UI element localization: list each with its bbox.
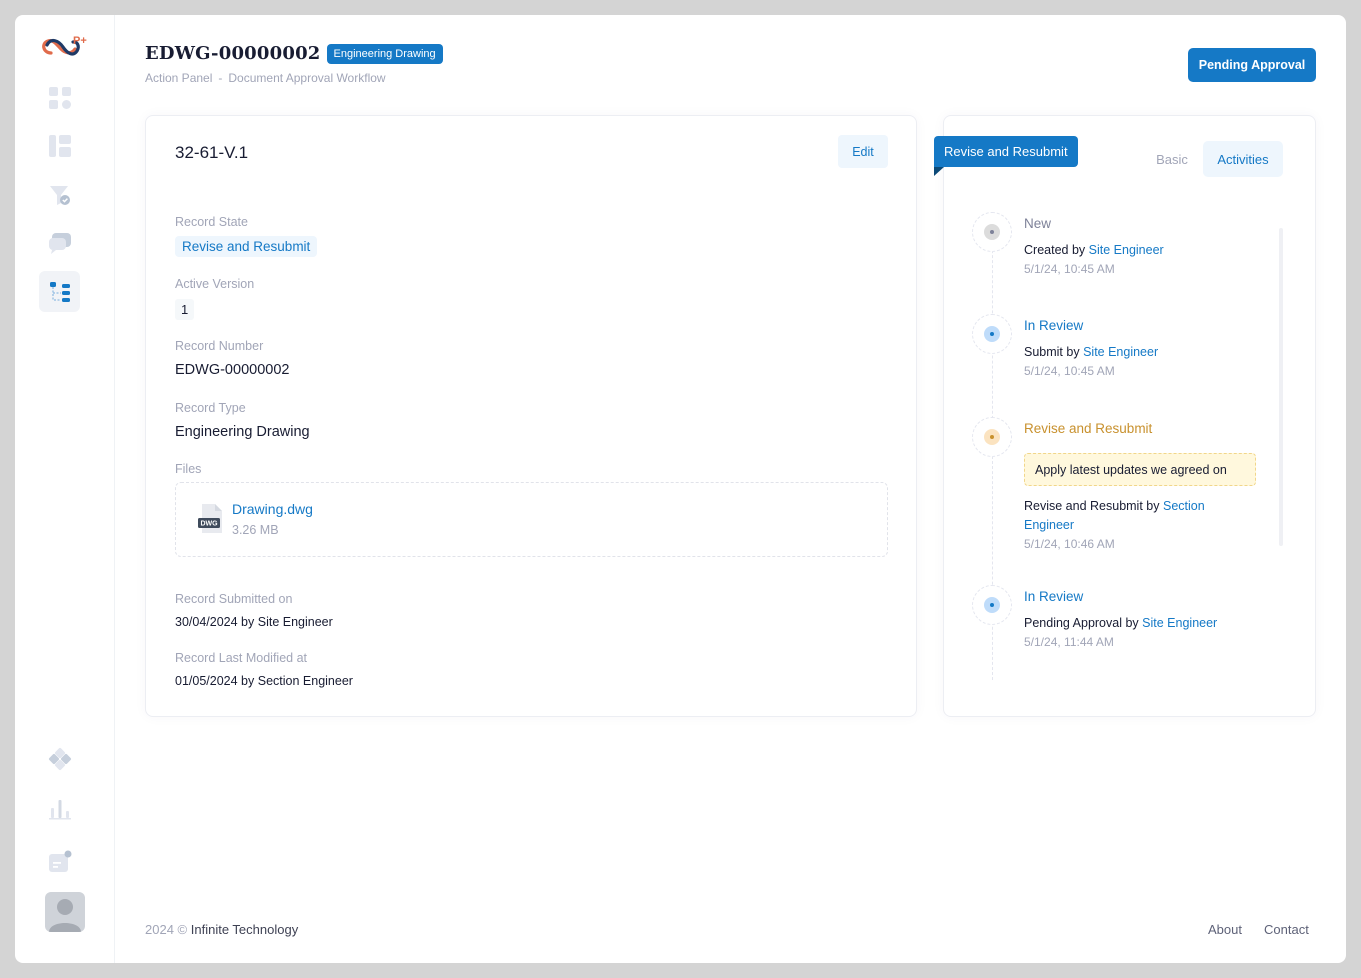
- tab-basic[interactable]: Basic: [1150, 141, 1194, 177]
- files-label: Files: [175, 462, 202, 476]
- record-version-title: 32-61-V.1: [175, 143, 249, 162]
- files-list: DWG Drawing.dwg 3.26 MB: [175, 482, 888, 557]
- app-logo[interactable]: P+: [37, 31, 93, 63]
- timeline-item-title: In Review: [1024, 589, 1084, 604]
- user-avatar[interactable]: [45, 892, 85, 932]
- timeline-scrollbar[interactable]: [1279, 228, 1283, 546]
- copyright-year: 2024 ©: [145, 922, 188, 937]
- timeline-item-actor: Revise and Resubmit by Section Engineer: [1024, 499, 1205, 532]
- page-header: EDWG-00000002 Engineering Drawing: [145, 43, 443, 64]
- modified-info: 01/05/2024 by Section Engineer: [175, 674, 353, 688]
- user-link[interactable]: Site Engineer: [1142, 616, 1217, 630]
- record-state-badge: Revise and Resubmit: [175, 236, 318, 257]
- dashboard-icon: [48, 86, 71, 109]
- layout-icon: [48, 134, 71, 157]
- breadcrumb-separator: -: [218, 71, 223, 85]
- modified-by-user: Section Engineer: [257, 674, 353, 688]
- state-ribbon: Revise and Resubmit: [934, 136, 1078, 167]
- nav-apps[interactable]: [39, 738, 80, 779]
- activity-card: Revise and Resubmit Basic Activities New…: [934, 115, 1316, 717]
- apps-icon: [48, 747, 71, 770]
- nav-messages[interactable]: [39, 222, 80, 263]
- record-details-card: 32-61-V.1 Edit Record State Revise and R…: [145, 115, 917, 717]
- workflow-tree-icon: [49, 281, 70, 302]
- by-text: by: [241, 615, 255, 629]
- user-icon: [49, 899, 81, 932]
- dwg-file-icon: DWG: [198, 504, 222, 533]
- record-number-value: EDWG-00000002: [175, 362, 290, 378]
- timeline-item-title: Revise and Resubmit: [1024, 421, 1153, 436]
- svg-text:P+: P+: [73, 35, 87, 47]
- record-type-badge: Engineering Drawing: [326, 43, 443, 64]
- record-type-label: Record Type: [175, 401, 246, 415]
- footer-copyright: 2024 © Infinite Technology: [145, 922, 298, 937]
- active-version-value: 1: [175, 299, 195, 320]
- timeline-item-time: 5/1/24, 10:46 AM: [1024, 537, 1115, 551]
- timeline-item-time: 5/1/24, 10:45 AM: [1024, 262, 1115, 276]
- timeline-item-actor: Created by Site Engineer: [1024, 243, 1164, 257]
- active-version-label: Active Version: [175, 277, 255, 291]
- modified-label: Record Last Modified at: [175, 651, 308, 665]
- chat-icon: [48, 232, 71, 254]
- activity-timeline[interactable]: New Created by Site Engineer 5/1/24, 10:…: [972, 208, 1292, 688]
- tab-activities[interactable]: Activities: [1203, 141, 1283, 177]
- timeline-note: Apply latest updates we agreed on: [1024, 453, 1256, 486]
- submitted-label: Record Submitted on: [175, 592, 293, 606]
- nav-dashboard[interactable]: [39, 77, 80, 118]
- sidebar: P+: [15, 15, 115, 963]
- notification-card-icon: [48, 850, 71, 872]
- svg-text:DWG: DWG: [200, 521, 218, 528]
- footer-contact-link[interactable]: Contact: [1264, 922, 1309, 937]
- status-dot-icon: [972, 314, 1012, 354]
- status-dot-icon: [972, 212, 1012, 252]
- user-link[interactable]: Site Engineer: [1089, 243, 1164, 257]
- record-type-value: Engineering Drawing: [175, 424, 310, 440]
- nav-filter[interactable]: [39, 174, 80, 215]
- submitted-date: 30/04/2024: [175, 615, 238, 629]
- status-dot-icon: [972, 417, 1012, 457]
- record-state-label: Record State: [175, 215, 248, 229]
- page-title: EDWG-00000002: [145, 43, 321, 64]
- nav-layout[interactable]: [39, 125, 80, 166]
- timeline-item-actor: Pending Approval by Site Engineer: [1024, 616, 1218, 630]
- nav-notifications[interactable]: [39, 841, 80, 882]
- filter-check-icon: [49, 185, 70, 205]
- bar-chart-icon: [48, 799, 71, 819]
- timeline-item-title: New: [1024, 216, 1052, 231]
- status-dot-icon: [972, 585, 1012, 625]
- record-number-label: Record Number: [175, 339, 264, 353]
- breadcrumb: Action Panel - Document Approval Workflo…: [145, 71, 386, 85]
- timeline-item-title: In Review: [1024, 318, 1084, 333]
- submitted-by-user: Site Engineer: [257, 615, 333, 629]
- nav-workflow[interactable]: [39, 271, 80, 312]
- nav-reports[interactable]: [39, 788, 80, 829]
- timeline-item-time: 5/1/24, 11:44 AM: [1024, 635, 1114, 649]
- footer-about-link[interactable]: About: [1208, 922, 1242, 937]
- timeline-item-actor: Submit by Site Engineer: [1024, 345, 1159, 359]
- modified-date: 01/05/2024: [175, 674, 238, 688]
- breadcrumb-item[interactable]: Document Approval Workflow: [228, 71, 385, 85]
- pending-approval-button[interactable]: Pending Approval: [1188, 48, 1316, 82]
- by-text: by: [241, 674, 255, 688]
- company-link[interactable]: Infinite Technology: [191, 922, 298, 937]
- user-link[interactable]: Site Engineer: [1083, 345, 1158, 359]
- submitted-info: 30/04/2024 by Site Engineer: [175, 615, 333, 629]
- breadcrumb-item[interactable]: Action Panel: [145, 71, 212, 85]
- file-link[interactable]: Drawing.dwg: [232, 501, 313, 517]
- app-frame: P+ EDWG-00000002 Engineering Drawing Act…: [15, 15, 1346, 963]
- file-size: 3.26 MB: [232, 523, 279, 537]
- edit-button[interactable]: Edit: [838, 135, 888, 168]
- timeline-item-time: 5/1/24, 10:45 AM: [1024, 364, 1115, 378]
